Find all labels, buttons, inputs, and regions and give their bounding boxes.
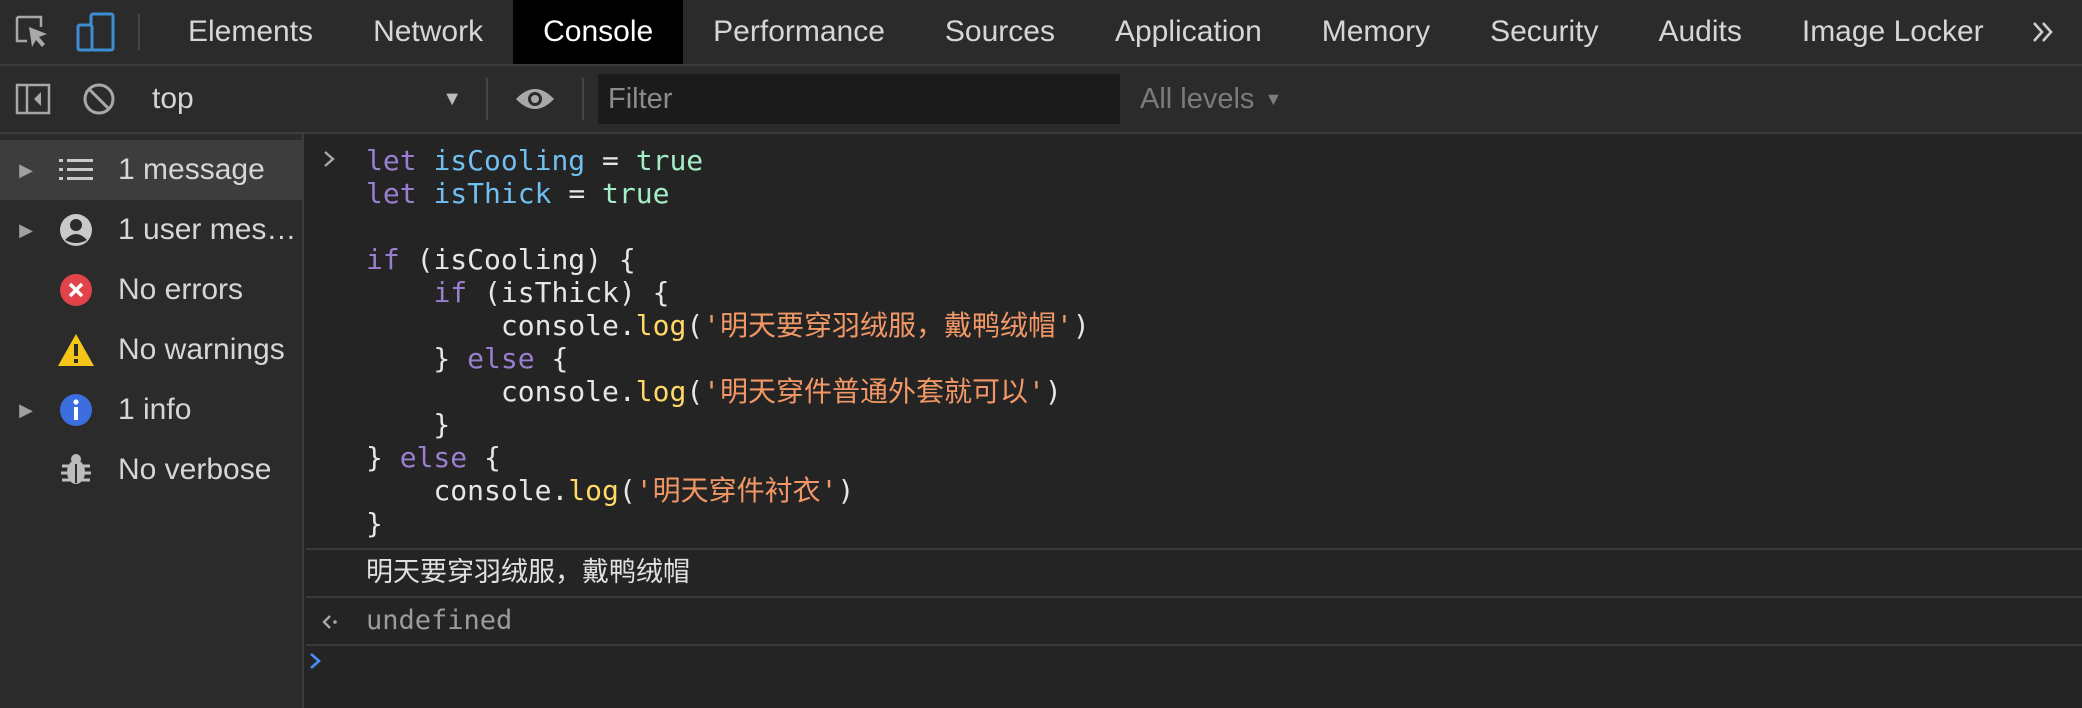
code-line: let isThick = true	[366, 177, 670, 210]
tabbar-divider	[138, 14, 140, 50]
code-line: console.log('明天穿件普通外套就可以')	[500, 375, 1062, 408]
dropdown-caret-icon: ▼	[1264, 88, 1283, 109]
sidebar-item-verbose[interactable]: No verbose	[0, 440, 302, 500]
code-line: if (isThick) {	[433, 276, 670, 309]
console-log-message[interactable]: 明天要穿羽绒服，戴鸭绒帽	[306, 550, 2082, 598]
sidebar-item-messages[interactable]: ▶ 1 message	[0, 140, 302, 200]
info-icon	[52, 390, 100, 430]
code-line: } else {	[366, 441, 501, 474]
code-line: console.log('明天穿件衬衣')	[433, 474, 855, 507]
tab-elements[interactable]: Elements	[158, 0, 343, 64]
code-line: }	[366, 408, 451, 441]
eye-icon	[516, 89, 554, 109]
log-levels-dropdown[interactable]: All levels ▼	[1140, 83, 1282, 116]
sidebar-item-label: 1 message	[118, 153, 265, 186]
tab-network[interactable]: Network	[343, 0, 513, 64]
bug-icon	[52, 450, 100, 490]
clear-icon	[83, 83, 115, 115]
inspect-icon	[15, 15, 47, 47]
tab-label: Performance	[713, 15, 885, 48]
input-prompt-icon	[320, 144, 340, 181]
inspect-element-button[interactable]	[0, 0, 64, 64]
code-line: }	[366, 507, 383, 540]
tab-label: Console	[543, 15, 654, 48]
devtools-tabbar: Elements Network Console Performance Sou…	[0, 0, 2082, 66]
filter-input[interactable]	[598, 74, 1120, 124]
result-value: undefined	[366, 605, 513, 636]
tab-performance[interactable]: Performance	[683, 0, 915, 64]
tab-image-locker[interactable]: Image Locker	[1772, 0, 2014, 64]
context-label: top	[152, 82, 194, 115]
live-expression-button[interactable]	[502, 66, 568, 132]
tab-label: Network	[373, 15, 484, 48]
tab-application[interactable]: Application	[1085, 0, 1292, 64]
tab-audits[interactable]: Audits	[1628, 0, 1771, 64]
expand-arrow-icon: ▶	[19, 219, 33, 240]
console-input-entry[interactable]: let isCooling = true let isThick = true …	[306, 134, 2082, 550]
tab-label: Memory	[1321, 15, 1431, 48]
error-icon	[52, 270, 100, 310]
sidebar-item-label: No errors	[118, 273, 244, 306]
sidebar-item-label: No warnings	[118, 333, 285, 366]
device-toolbar-button[interactable]	[64, 0, 128, 64]
sidebar-item-warnings[interactable]: No warnings	[0, 320, 302, 380]
code-line: let isCooling = true	[366, 144, 704, 177]
log-levels-label: All levels	[1140, 82, 1255, 115]
tab-label: Application	[1114, 15, 1262, 48]
toolbar-divider	[582, 78, 584, 120]
sidebar-toggle-icon	[15, 83, 51, 115]
console-toolbar: top ▼ All levels ▼	[0, 66, 2082, 134]
clear-console-button[interactable]	[66, 66, 132, 132]
user-icon	[52, 210, 100, 250]
code-line: console.log('明天要穿羽绒服，戴鸭绒帽')	[500, 309, 1090, 342]
tab-label: Security	[1490, 15, 1599, 48]
warning-icon	[52, 330, 100, 370]
tab-label: Sources	[944, 15, 1055, 48]
tab-security[interactable]: Security	[1460, 0, 1628, 64]
expand-arrow-icon: ▶	[19, 159, 33, 180]
devtools-window: Elements Network Console Performance Sou…	[0, 0, 2082, 708]
log-message-text: 明天要穿羽绒服，戴鸭绒帽	[366, 557, 690, 588]
console-output: let isCooling = true let isThick = true …	[306, 134, 2082, 708]
tab-memory[interactable]: Memory	[1292, 0, 1460, 64]
device-mode-icon	[76, 12, 115, 52]
tab-sources[interactable]: Sources	[915, 0, 1085, 64]
tab-label: Audits	[1658, 15, 1742, 48]
tab-label: Image Locker	[1801, 15, 1984, 48]
toolbar-divider	[486, 78, 488, 120]
chevron-double-right-icon	[2032, 22, 2053, 42]
dropdown-caret-icon: ▼	[442, 87, 462, 110]
context-selector[interactable]: top ▼	[132, 74, 472, 124]
result-arrow-icon	[320, 607, 342, 644]
code-line: } else {	[366, 342, 569, 375]
sidebar-item-label: No verbose	[118, 453, 272, 486]
tab-console[interactable]: Console	[513, 0, 684, 64]
console-sidebar: ▶ 1 message ▶ 1 user mes… No errors No w…	[0, 134, 304, 708]
expand-arrow-icon: ▶	[19, 399, 33, 420]
sidebar-item-errors[interactable]: No errors	[0, 260, 302, 320]
sidebar-item-info[interactable]: ▶ 1 info	[0, 380, 302, 440]
active-prompt-icon	[306, 653, 326, 680]
more-tabs-button[interactable]	[2014, 0, 2064, 64]
sidebar-item-user-messages[interactable]: ▶ 1 user mes…	[0, 200, 302, 260]
sidebar-item-label: 1 info	[118, 393, 192, 426]
console-prompt-input[interactable]	[306, 646, 2082, 696]
console-result-entry[interactable]: undefined	[306, 598, 2082, 646]
toggle-sidebar-button[interactable]	[0, 66, 66, 132]
code-line: if (isCooling) {	[366, 243, 636, 276]
tab-label: Elements	[188, 15, 314, 48]
list-icon	[52, 150, 100, 190]
sidebar-item-label: 1 user mes…	[118, 213, 297, 246]
